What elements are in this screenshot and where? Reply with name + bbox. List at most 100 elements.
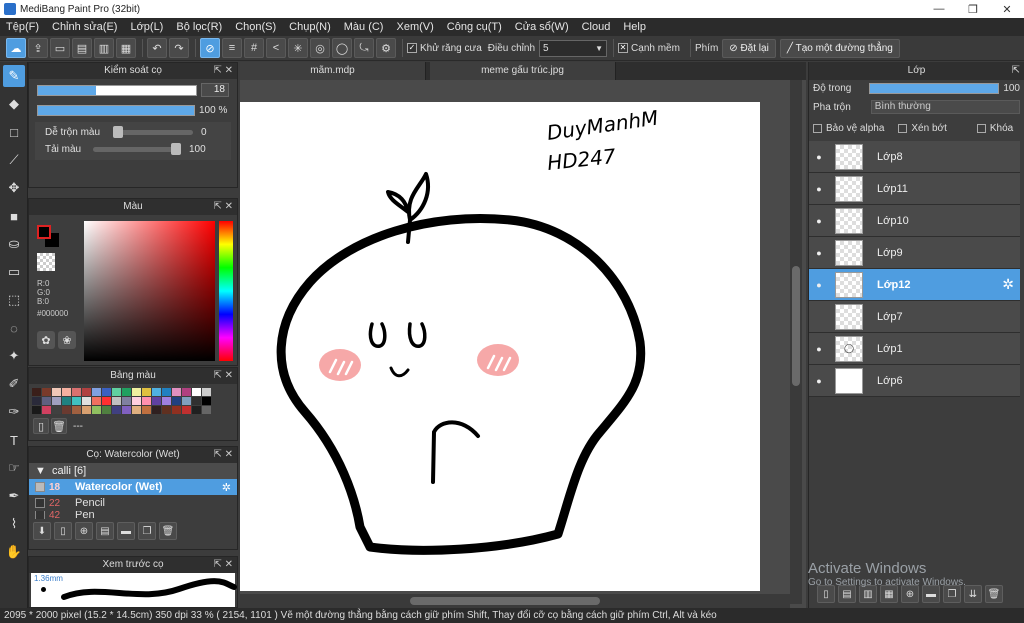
lasso-icon[interactable]: ◌: [3, 317, 25, 339]
palette-swatch[interactable]: [92, 388, 101, 396]
layer-row[interactable]: ● Lớp8: [809, 141, 1020, 173]
palette-swatch[interactable]: [132, 397, 141, 405]
palette-swatch[interactable]: [72, 388, 81, 396]
visibility-eye-icon[interactable]: ●: [809, 152, 829, 162]
palette-swatch[interactable]: [132, 388, 141, 396]
eraser-icon[interactable]: ◆: [3, 93, 25, 115]
visibility-eye-icon[interactable]: ●: [809, 184, 829, 194]
menu-edit[interactable]: Chỉnh sửa(E): [52, 21, 117, 33]
snap-off-icon[interactable]: ⊘: [200, 38, 220, 58]
menu-cloud[interactable]: Cloud: [582, 21, 611, 33]
palette-swatch[interactable]: [42, 388, 51, 396]
select-pen-icon[interactable]: ✐: [3, 373, 25, 395]
curve-icon[interactable]: ◯: [332, 38, 352, 58]
new-brush-icon[interactable]: ▯: [54, 522, 72, 540]
lock-checkbox[interactable]: [976, 124, 986, 133]
transparent-swatch[interactable]: [37, 253, 55, 271]
brush-item[interactable]: 22 Pencil: [29, 495, 237, 511]
palette-swatch[interactable]: [202, 406, 211, 414]
note-icon[interactable]: ▤: [72, 38, 92, 58]
redo-icon[interactable]: ↷: [169, 38, 189, 58]
visibility-eye-icon[interactable]: ●: [809, 344, 829, 354]
cloud-download-icon[interactable]: ⬇: [33, 522, 51, 540]
antialias-checkbox[interactable]: ✓ Khử răng cưa: [407, 43, 482, 54]
menu-color[interactable]: Màu (C): [344, 21, 384, 33]
brush-item[interactable]: 42 Pen: [29, 511, 237, 519]
select-eraser-icon[interactable]: ✑: [3, 401, 25, 423]
select-rect-icon[interactable]: ⬚: [3, 289, 25, 311]
palette-swatch[interactable]: [92, 397, 101, 405]
opacity-slider[interactable]: [37, 105, 195, 116]
saturation-value-picker[interactable]: [84, 221, 216, 361]
visibility-eye-icon[interactable]: ●: [809, 248, 829, 258]
fill-rect-icon[interactable]: ■: [3, 205, 25, 227]
palette-swatch[interactable]: [112, 397, 121, 405]
visibility-eye-icon[interactable]: ●: [809, 376, 829, 386]
layer-row[interactable]: Lớp7: [809, 301, 1020, 333]
reload-slider[interactable]: [93, 143, 181, 155]
operation-icon[interactable]: ☞: [3, 457, 25, 479]
visibility-eye-icon[interactable]: ●: [809, 216, 829, 226]
delete-icon[interactable]: 🗑: [159, 522, 177, 540]
layer-settings-gear-icon[interactable]: ✲: [1002, 276, 1014, 293]
palette-swatch[interactable]: [152, 388, 161, 396]
divide-icon[interactable]: ✒: [3, 485, 25, 507]
magic-wand-icon[interactable]: ✦: [3, 345, 25, 367]
undo-icon[interactable]: ↶: [147, 38, 167, 58]
palette-swatch[interactable]: [202, 397, 211, 405]
palette-swatch[interactable]: [42, 397, 51, 405]
share-icon[interactable]: ⇪: [28, 38, 48, 58]
brush-item[interactable]: 18 Watercolor (Wet) ✲: [29, 479, 237, 495]
canvas-area[interactable]: DuyManhM HD247: [240, 80, 806, 608]
palette-swatch[interactable]: [82, 388, 91, 396]
bucket-icon[interactable]: ⛀: [3, 233, 25, 255]
palette-swatch[interactable]: [182, 397, 191, 405]
palette-swatch[interactable]: [172, 397, 181, 405]
menu-tools[interactable]: Công cụ(T): [447, 21, 502, 33]
panel-close-icon[interactable]: ⇱ ✕: [213, 557, 233, 573]
menu-layer[interactable]: Lớp(L): [130, 21, 163, 33]
layer-opacity-slider[interactable]: [869, 83, 1000, 94]
palette-swatch[interactable]: [62, 388, 71, 396]
close-button[interactable]: ✕: [990, 3, 1024, 16]
palette-swatch[interactable]: [32, 397, 41, 405]
eyedropper-icon[interactable]: ⌇: [3, 513, 25, 535]
palette-swatch[interactable]: [32, 406, 41, 414]
menu-window[interactable]: Cửa sổ(W): [515, 21, 569, 33]
palette-swatch[interactable]: [102, 406, 111, 414]
palette-swatch[interactable]: [72, 406, 81, 414]
palette-swatch[interactable]: [72, 397, 81, 405]
menu-file[interactable]: Tệp(F): [6, 21, 39, 33]
menu-snap[interactable]: Chụp(N): [289, 21, 331, 33]
palette-swatch[interactable]: [192, 388, 201, 396]
palette-swatch[interactable]: [202, 388, 211, 396]
cloud-icon[interactable]: ☁: [6, 38, 26, 58]
rectangle-icon[interactable]: □: [3, 121, 25, 143]
panel-close-icon[interactable]: ⇱ ✕: [213, 199, 233, 215]
palette-swatch[interactable]: [182, 388, 191, 396]
palette-swatch[interactable]: [92, 406, 101, 414]
layer-row[interactable]: ● Lớp11: [809, 173, 1020, 205]
palette-swatch[interactable]: [52, 397, 61, 405]
concentric-icon[interactable]: ◎: [310, 38, 330, 58]
palette-swatch[interactable]: [162, 388, 171, 396]
palette-swatch[interactable]: [162, 406, 171, 414]
horizontal-scrollbar[interactable]: [240, 594, 790, 608]
palette-swatch[interactable]: [82, 397, 91, 405]
palette-swatch[interactable]: [82, 406, 91, 414]
palette-swatch[interactable]: [102, 388, 111, 396]
move-icon[interactable]: ✥: [3, 177, 25, 199]
panel-close-icon[interactable]: ⇱ ✕: [213, 63, 233, 79]
edge-checkbox[interactable]: ✕ Cạnh mềm: [618, 43, 680, 54]
grid-icon[interactable]: ▦: [116, 38, 136, 58]
palette-swatch[interactable]: [52, 388, 61, 396]
panel-close-icon[interactable]: ⇱: [1012, 62, 1020, 80]
add-brush-icon[interactable]: ⊕: [75, 522, 93, 540]
palette-swatch[interactable]: [152, 397, 161, 405]
palette-swatch[interactable]: [192, 397, 201, 405]
gear-icon[interactable]: ✲: [222, 481, 231, 494]
menu-help[interactable]: Help: [623, 21, 646, 33]
dot-brush-icon[interactable]: ⟋: [3, 149, 25, 171]
grid-snap-icon[interactable]: #: [244, 38, 264, 58]
straight-line-button[interactable]: ╱ Tạo một đường thẳng: [779, 38, 900, 58]
